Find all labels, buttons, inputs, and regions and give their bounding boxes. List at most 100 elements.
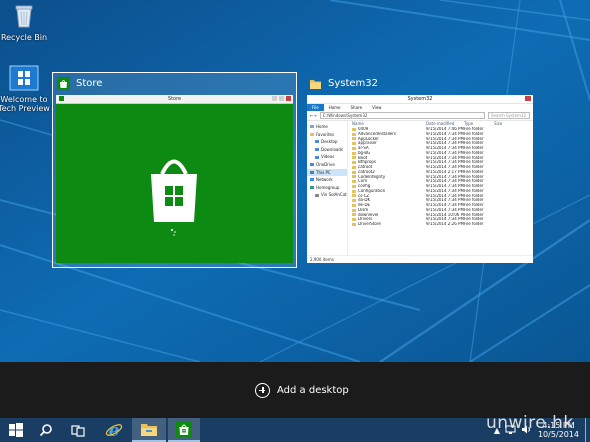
tab-share[interactable]: Share	[346, 105, 368, 110]
folder-icon	[309, 77, 322, 90]
folder-icon	[352, 142, 356, 146]
watermark-logo: unwire.hk	[486, 413, 574, 433]
address-field[interactable]: C:\Windows\System32	[319, 112, 485, 119]
folder-icon	[352, 199, 356, 203]
nav-item-icon	[315, 148, 319, 152]
folder-icon	[352, 165, 356, 169]
folder-icon	[352, 161, 356, 165]
tab-file[interactable]: File	[307, 104, 324, 111]
folder-icon	[352, 132, 356, 136]
column-size[interactable]: Size	[494, 121, 524, 127]
table-row[interactable]: DriverStore 9/15/2014 2:26 PM File folder	[352, 222, 533, 227]
folder-icon	[352, 222, 356, 226]
store-icon	[57, 77, 70, 90]
desktop-icon-label: Recycle Bin	[0, 33, 48, 42]
folder-icon	[352, 151, 356, 155]
folder-icon	[352, 203, 356, 207]
internet-explorer-button[interactable]: e	[100, 418, 128, 442]
store-splash-logo	[151, 159, 197, 236]
nav-item-label: Homegroup	[316, 184, 340, 190]
explorer-ribbon-tabs: File Home Share View	[307, 104, 533, 111]
nav-item[interactable]: Downloads	[307, 146, 347, 154]
folder-icon	[352, 194, 356, 198]
nav-item-label: Home	[316, 124, 328, 129]
nav-item-icon	[310, 125, 314, 129]
close-icon	[286, 96, 291, 101]
nav-item[interactable]: This PC	[307, 168, 347, 177]
store-titlebar: Store	[56, 95, 293, 104]
nav-item-label: Desktop	[321, 139, 338, 145]
store-icon	[59, 96, 64, 101]
folder-icon	[352, 175, 356, 179]
nav-item-icon	[310, 163, 314, 167]
nav-item-icon	[315, 155, 319, 159]
svg-text:e: e	[109, 421, 120, 439]
nav-item[interactable]: Vin SolAnCat	[307, 191, 347, 199]
search-icon	[39, 424, 52, 437]
nav-item-label: Vin SolAnCat	[321, 192, 347, 198]
show-desktop-button[interactable]	[585, 418, 590, 442]
nav-item[interactable]: Favorites	[307, 131, 347, 139]
store-icon	[176, 421, 192, 437]
start-button[interactable]	[4, 418, 28, 442]
folder-icon	[352, 170, 356, 174]
task-view-button[interactable]	[66, 418, 90, 442]
navigation-pane: Home Favorites Desktop Downloads Videos OneDr…	[307, 120, 348, 256]
file-name-cell: DriverStore	[352, 222, 426, 227]
folder-icon	[352, 127, 356, 131]
search-input[interactable]: Search System32	[488, 112, 530, 119]
task-view-icon	[71, 425, 85, 437]
nav-item-label: OneDrive	[316, 161, 335, 167]
desktop-icon-label: Welcome to Tech Preview	[0, 95, 50, 113]
plus-circle-icon	[255, 382, 270, 398]
minimize-icon	[272, 96, 277, 101]
folder-icon	[352, 180, 356, 184]
nav-item[interactable]: Homegroup	[307, 184, 347, 192]
folder-icon	[352, 146, 356, 150]
explorer-titlebar: System32	[307, 95, 533, 104]
folder-icon	[352, 137, 356, 141]
type-cell: File folder	[464, 222, 484, 226]
folder-icon	[352, 208, 356, 212]
search-button[interactable]	[34, 418, 58, 442]
internet-explorer-icon: e	[105, 421, 123, 439]
nav-item-label: Downloads	[321, 146, 343, 152]
nav-item[interactable]: OneDrive	[307, 161, 347, 169]
forward-arrow-icon[interactable]: →	[313, 113, 316, 118]
nav-item[interactable]: Home	[307, 123, 347, 131]
desktop-icon-recycle-bin[interactable]: Recycle Bin	[0, 3, 52, 42]
nav-item[interactable]: Network	[307, 176, 347, 184]
nav-item-icon	[310, 178, 314, 182]
add-desktop-button[interactable]: Add a desktop	[255, 379, 349, 401]
explorer-status-bar: 2,900 items	[307, 255, 533, 263]
nav-item-icon	[310, 170, 314, 174]
tab-view[interactable]: View	[367, 105, 387, 110]
file-explorer-button[interactable]	[132, 418, 166, 442]
file-explorer-icon	[141, 423, 157, 436]
nav-item-icon	[310, 132, 314, 136]
tab-home[interactable]: Home	[324, 105, 346, 110]
file-list: Name Date modified Type Size 0409 9/15/20…	[348, 120, 533, 256]
recycle-bin-icon	[0, 3, 52, 31]
nav-item[interactable]: Videos	[307, 153, 347, 161]
store-taskbar-button[interactable]	[168, 418, 200, 442]
nav-item-icon	[315, 140, 319, 144]
nav-item-label: Favorites	[316, 131, 335, 137]
maximize-icon	[279, 96, 284, 101]
folder-icon	[352, 213, 356, 217]
folder-icon	[352, 189, 356, 193]
desktop-icon-welcome[interactable]: Welcome to Tech Preview	[0, 65, 52, 113]
welcome-icon	[0, 65, 52, 93]
store-window-thumbnail: Store	[56, 95, 293, 263]
nav-item-label: Network	[316, 177, 333, 183]
file-name: DriverStore	[358, 222, 381, 226]
folder-icon	[352, 218, 356, 222]
task-view-title-store: Store	[57, 77, 102, 90]
folder-icon	[352, 184, 356, 188]
nav-item-label: Videos	[321, 154, 335, 160]
nav-item[interactable]: Desktop	[307, 138, 347, 146]
nav-item-icon	[315, 193, 319, 197]
folder-icon	[352, 156, 356, 160]
task-view-window-system32[interactable]: System32 File Home Share View ← → C:\Win…	[307, 95, 533, 263]
add-desktop-label: Add a desktop	[277, 384, 349, 396]
